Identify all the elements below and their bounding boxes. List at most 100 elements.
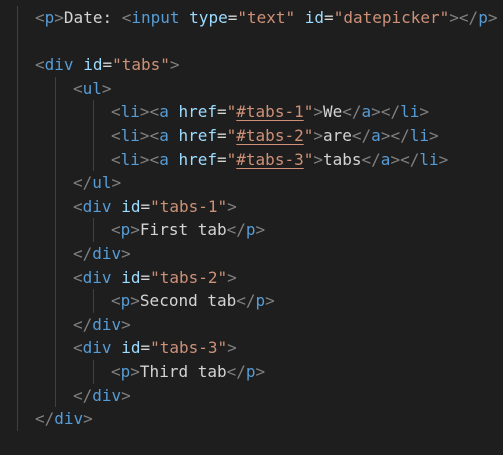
code-editor[interactable]: <p>Date: <input type="text" id="datepick… bbox=[0, 0, 503, 455]
indent-guide bbox=[93, 100, 94, 124]
code-token: > bbox=[313, 102, 323, 122]
code-token: id bbox=[121, 338, 141, 358]
code-token: = bbox=[140, 338, 151, 358]
code-token: > bbox=[380, 125, 391, 145]
code-token: div bbox=[82, 196, 112, 216]
code-token: p bbox=[120, 220, 131, 240]
indent-guide bbox=[55, 383, 56, 408]
code-token: > bbox=[449, 8, 459, 27]
code-token: href bbox=[178, 149, 217, 169]
code-line[interactable]: <li><a href="#tabs-1">We</a></li> bbox=[0, 100, 503, 124]
code-line[interactable]: <li><a href="#tabs-3">tabs</a></li> bbox=[0, 147, 503, 172]
code-token: " bbox=[226, 102, 237, 122]
code-token: > bbox=[419, 102, 429, 122]
indent-guide bbox=[17, 289, 18, 313]
code-line[interactable]: <p>Second tab</p> bbox=[0, 289, 503, 313]
code-token: < bbox=[73, 196, 83, 216]
indent-guide bbox=[17, 194, 18, 219]
code-token: a bbox=[361, 102, 372, 122]
code-token: #tabs-3 bbox=[236, 149, 304, 169]
code-token: p bbox=[120, 361, 131, 381]
code-line[interactable]: <ul> bbox=[0, 76, 503, 101]
code-token: #tabs-1 bbox=[236, 102, 304, 122]
code-text: <li><a href="#tabs-3">tabs</a></li> bbox=[111, 148, 448, 172]
code-token: " bbox=[226, 149, 237, 169]
indent-guide bbox=[55, 336, 56, 360]
code-line[interactable]: <p>First tab</p> bbox=[0, 218, 503, 242]
indent-guide bbox=[17, 383, 18, 408]
code-token: We bbox=[323, 102, 343, 122]
code-line[interactable]: </div> bbox=[0, 407, 503, 431]
code-token: > bbox=[139, 149, 150, 169]
code-line[interactable]: </div> bbox=[0, 312, 503, 337]
code-token: = bbox=[102, 55, 113, 75]
indent-guide bbox=[55, 312, 56, 337]
code-line[interactable]: <p>Third tab</p> bbox=[0, 359, 503, 384]
code-line[interactable]: <div id="tabs-3"> bbox=[0, 336, 503, 360]
code-token: "tabs-1" bbox=[150, 196, 228, 216]
code-token: < bbox=[111, 102, 121, 122]
code-line[interactable]: <li><a href="#tabs-2">are</a></li> bbox=[0, 123, 503, 148]
code-text: <p>First tab</p> bbox=[111, 218, 265, 242]
indent-guide bbox=[55, 100, 56, 124]
indent-guide bbox=[17, 53, 18, 77]
code-token: > bbox=[255, 361, 266, 381]
code-token: > bbox=[111, 173, 122, 193]
indent-guide bbox=[93, 289, 94, 313]
code-token: > bbox=[487, 8, 498, 27]
code-token: </ bbox=[400, 149, 420, 169]
code-token: </ bbox=[380, 102, 401, 122]
code-line[interactable]: </ul> bbox=[0, 171, 503, 195]
code-token: </ bbox=[342, 102, 362, 122]
code-text: </div> bbox=[35, 407, 93, 431]
code-token: </ bbox=[226, 220, 246, 240]
code-token: p bbox=[245, 220, 256, 240]
code-token: " bbox=[303, 125, 314, 145]
indent-guide bbox=[93, 359, 94, 384]
code-token: id bbox=[304, 8, 325, 27]
code-token: > bbox=[121, 243, 131, 263]
code-line[interactable]: <div id="tabs-1"> bbox=[0, 194, 503, 219]
code-token: < bbox=[149, 102, 160, 122]
code-token: </ bbox=[73, 385, 93, 405]
code-token: = bbox=[140, 267, 151, 287]
code-token: id bbox=[121, 267, 141, 287]
code-text: <div id="tabs"> bbox=[35, 53, 180, 77]
indent-guide bbox=[55, 147, 56, 172]
code-token: </ bbox=[361, 149, 381, 169]
code-token: a bbox=[159, 102, 169, 122]
indent-guide bbox=[55, 241, 56, 266]
indent-guide bbox=[93, 123, 94, 148]
code-token: > bbox=[130, 361, 140, 381]
code-token: > bbox=[313, 125, 323, 145]
code-token: </ bbox=[73, 243, 93, 263]
code-token: </ bbox=[226, 361, 246, 381]
code-token: < bbox=[73, 338, 83, 358]
code-token: > bbox=[438, 149, 449, 169]
code-token: < bbox=[73, 78, 83, 98]
code-line[interactable]: <div id="tabs"> bbox=[0, 53, 503, 77]
code-token: = bbox=[227, 8, 238, 27]
code-token: > bbox=[139, 102, 150, 122]
code-token: </ bbox=[73, 314, 93, 334]
code-token: > bbox=[428, 125, 439, 145]
code-line[interactable]: <p>Date: <input type="text" id="datepick… bbox=[0, 6, 503, 30]
code-token: = bbox=[217, 149, 227, 169]
code-token: a bbox=[159, 149, 169, 169]
code-token: p bbox=[44, 8, 55, 27]
code-token: > bbox=[265, 291, 275, 311]
code-token: " bbox=[303, 149, 314, 169]
code-token: Third tab bbox=[139, 361, 227, 381]
code-token: "tabs-2" bbox=[150, 267, 228, 287]
code-line[interactable]: </div> bbox=[0, 241, 503, 266]
code-line[interactable]: <div id="tabs-2"> bbox=[0, 265, 503, 290]
code-token: > bbox=[169, 55, 180, 75]
indent-guide bbox=[55, 265, 56, 290]
indent-guide bbox=[55, 123, 56, 148]
code-token: href bbox=[178, 125, 217, 145]
code-token: < bbox=[111, 361, 121, 381]
code-line[interactable]: </div> bbox=[0, 383, 503, 408]
code-line[interactable] bbox=[0, 29, 503, 54]
